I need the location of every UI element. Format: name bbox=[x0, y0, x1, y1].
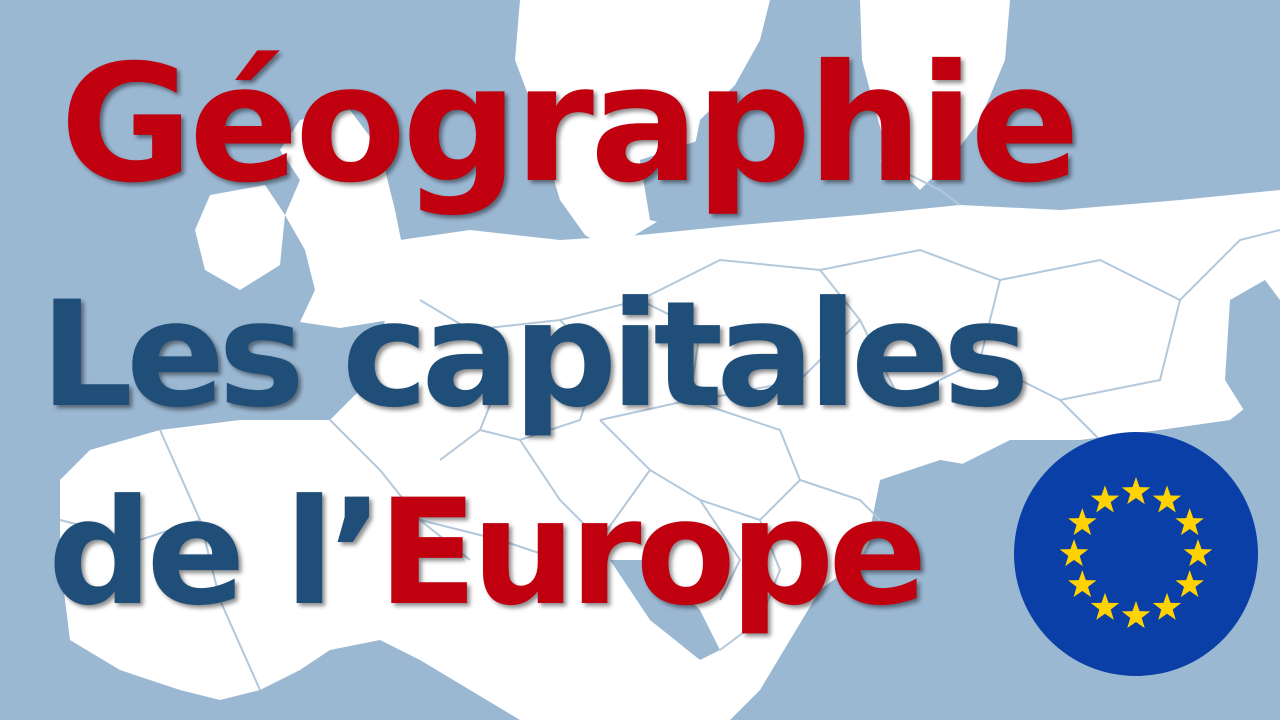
flag-disc bbox=[1014, 432, 1258, 676]
title-line3-part2: Europe bbox=[377, 468, 928, 638]
thumbnail: Géographie Les capitales de l’Europe bbox=[0, 0, 1280, 720]
title-les-capitales: Les capitales bbox=[40, 282, 1030, 428]
eu-flag-icon bbox=[1014, 432, 1258, 676]
title-de-l-europe: de l’Europe bbox=[48, 480, 927, 626]
title-line2: Les capitales bbox=[40, 270, 1030, 440]
title-geographie: Géographie bbox=[60, 44, 1080, 206]
title-line1: Géographie bbox=[60, 31, 1080, 219]
title-line3-part1: de l’ bbox=[48, 468, 384, 638]
